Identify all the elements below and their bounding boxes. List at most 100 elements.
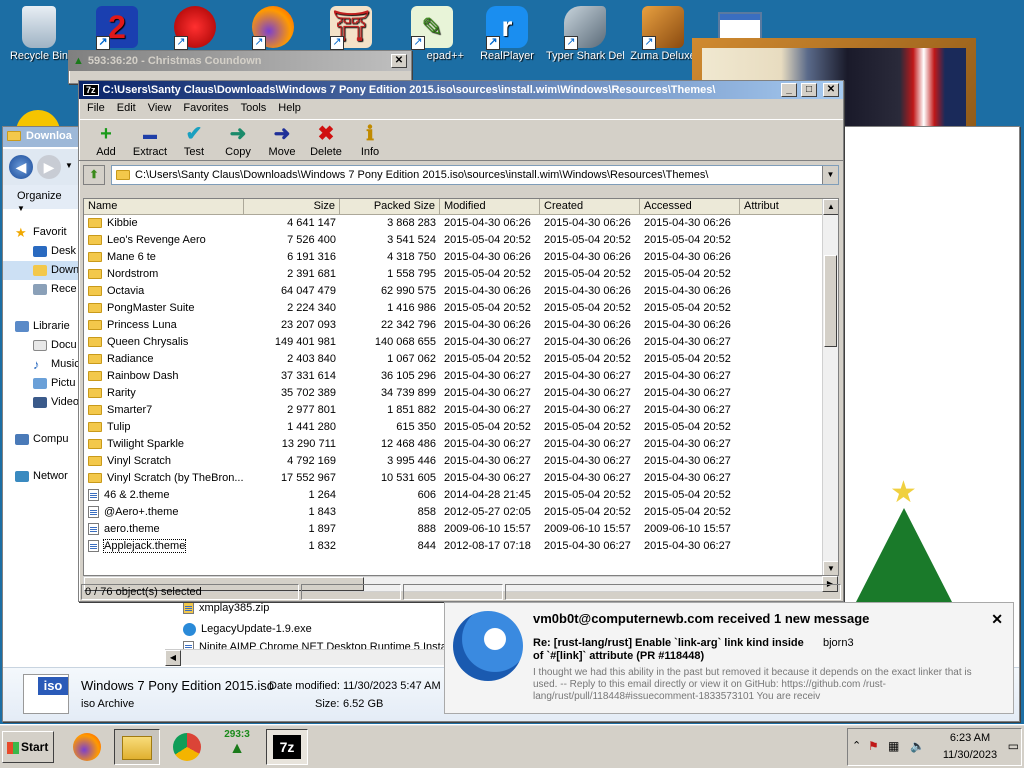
nav-libraries[interactable]: Librarie — [3, 317, 83, 336]
table-row[interactable]: Kibbie 4 641 147 3 868 283 2015-04-30 06:26… — [84, 215, 838, 232]
test-button[interactable]: ✔ Test — [173, 122, 215, 158]
table-row[interactable]: Queen Chrysalis 149 401 981 140 068 655 201… — [84, 334, 838, 351]
table-row[interactable]: Twilight Sparkle 13 290 711 12 468 486 2015… — [84, 436, 838, 453]
nav-desktop[interactable]: Desk — [3, 242, 83, 261]
column-size[interactable]: Size — [244, 199, 340, 214]
desktop-icon-app-2[interactable]: 2 ↗ — [78, 6, 156, 50]
vertical-scrollbar[interactable]: ▲ ▼ — [822, 199, 838, 575]
nav-favorites[interactable]: ★ Favorit — [3, 223, 83, 242]
desktop-icon-app-3[interactable]: ↗ — [156, 6, 234, 50]
table-row[interactable]: Princess Luna 23 207 093 22 342 796 2015-04… — [84, 317, 838, 334]
desktop-icon-recycle-bin[interactable]: Recycle Bin — [0, 6, 78, 62]
nav-documents[interactable]: Docu — [3, 336, 83, 355]
column-name[interactable]: Name — [84, 199, 244, 214]
firefox-taskbar-button[interactable] — [66, 729, 108, 765]
nav-downloads[interactable]: Down — [3, 261, 83, 280]
table-row[interactable]: Rarity 35 702 389 34 739 899 2015-04-30 06:… — [84, 385, 838, 402]
scroll-thumb[interactable] — [824, 255, 837, 347]
size-cell: 4 792 169 — [287, 455, 336, 467]
sevenzip-icon: 7z — [273, 735, 301, 759]
volume-icon[interactable]: 🔈 — [910, 739, 925, 753]
table-row[interactable]: Vinyl Scratch (by TheBron... 17 552 967 10… — [84, 470, 838, 487]
table-row[interactable]: 46 & 2.theme 1 264 606 2014-04-28 21:45 2015… — [84, 487, 838, 504]
show-hidden-icons-button[interactable]: ⌃ — [852, 739, 861, 752]
column-created[interactable]: Created — [540, 199, 640, 214]
scroll-left-button[interactable]: ◀ — [165, 650, 181, 666]
scroll-up-button[interactable]: ▲ — [823, 199, 838, 215]
explorer-taskbar-button[interactable] — [114, 729, 160, 765]
row-name-text: Tulip — [107, 421, 131, 433]
table-row[interactable]: Radiance 2 403 840 1 067 062 2015-05-04 20:… — [84, 351, 838, 368]
nav-pictures[interactable]: Pictu — [3, 374, 83, 393]
chrome-taskbar-button[interactable] — [166, 729, 208, 765]
table-row[interactable]: Mane 6 te 6 191 316 4 318 750 2015-04-30 06… — [84, 249, 838, 266]
start-button[interactable]: Start — [2, 731, 54, 763]
file-row[interactable]: LegacyUpdate-1.9.exe — [183, 619, 443, 639]
table-row[interactable]: Leo's Revenge Aero 7 526 400 3 541 524 2015… — [84, 232, 838, 249]
address-input[interactable]: C:\Users\Santy Claus\Downloads\Windows 7… — [111, 165, 839, 185]
countdown-taskbar-button[interactable]: 293:3 ▲ — [214, 729, 260, 765]
close-button[interactable]: ✕ — [391, 54, 407, 68]
notification-close-button[interactable]: ✕ — [991, 611, 1003, 628]
back-button[interactable]: ◀ — [9, 155, 33, 179]
extract-button[interactable]: ▬ Extract — [129, 122, 171, 158]
mail-notification[interactable]: vm0b0t@computernewb.com received 1 new m… — [444, 602, 1014, 714]
close-button[interactable]: ✕ — [823, 83, 839, 97]
column-accessed[interactable]: Accessed — [640, 199, 740, 214]
nav-recent[interactable]: Rece — [3, 280, 83, 299]
table-row[interactable]: Rainbow Dash 37 331 614 36 105 296 2015-04-… — [84, 368, 838, 385]
desktop-icon-firefox[interactable]: ↗ — [234, 6, 312, 50]
table-row[interactable]: Tulip 1 441 280 615 350 2015-05-04 20:52 201… — [84, 419, 838, 436]
extract-icon: ▬ — [143, 126, 157, 142]
clock-date[interactable]: 11/30/2023 — [940, 749, 1000, 761]
forward-button[interactable]: ▶ — [37, 155, 61, 179]
menu-favorites[interactable]: Favorites — [177, 99, 234, 117]
table-row[interactable]: Nordstrom 2 391 681 1 558 795 2015-05-04 20… — [84, 266, 838, 283]
system-tray: ⌃ ⚑ ▦ 🔈 6:23 AM 11/30/2023 ▭ — [847, 728, 1022, 766]
table-row[interactable]: Applejack.theme 1 832 844 2012-08-17 07:18 2… — [84, 538, 838, 555]
column-modified[interactable]: Modified — [440, 199, 540, 214]
add-button[interactable]: + Add — [85, 122, 127, 158]
nav-music[interactable]: ♪ Music — [3, 355, 83, 374]
delete-button[interactable]: ✖ Delete — [305, 122, 347, 158]
copy-button[interactable]: ➜ Copy — [217, 122, 259, 158]
table-row[interactable]: Smarter7 2 977 801 1 851 882 2015-04-30 06:… — [84, 402, 838, 419]
move-button[interactable]: ➜ Move — [261, 122, 303, 158]
sevenzip-taskbar-button[interactable]: 7z — [266, 729, 308, 765]
info-button[interactable]: ℹ Info — [349, 122, 391, 158]
explorer-hscroll[interactable]: ◀ — [165, 649, 447, 666]
menu-tools[interactable]: Tools — [235, 99, 273, 117]
notification-subject: Re: [rust-lang/rust] Enable `link-arg` l… — [533, 637, 804, 662]
nav-videos[interactable]: Video — [3, 393, 83, 412]
nav-history-dropdown[interactable]: ▼ — [65, 161, 73, 170]
action-center-icon[interactable]: ⚑ — [868, 739, 879, 753]
network-icon[interactable]: ▦ — [888, 739, 899, 753]
table-row[interactable]: Vinyl Scratch 4 792 169 3 995 446 2015-04-3… — [84, 453, 838, 470]
scroll-down-button[interactable]: ▼ — [823, 561, 838, 575]
desktop-icon-zuma[interactable]: ↗ Zuma Deluxe — [624, 6, 702, 62]
clock-time[interactable]: 6:23 AM — [940, 732, 1000, 744]
desktop-icon-typer-shark[interactable]: ↗ Typer Shark Deluxe — [546, 6, 624, 62]
nav-computer[interactable]: Compu — [3, 430, 83, 449]
desktop-icon-shrine[interactable]: ⛩ ↗ — [312, 6, 390, 50]
table-row[interactable]: PongMaster Suite 2 224 340 1 416 986 2015-0… — [84, 300, 838, 317]
packed-size-cell: 36 105 296 — [380, 370, 436, 382]
table-row[interactable]: aero.theme 1 897 888 2009-06-10 15:57 2009-0… — [84, 521, 838, 538]
up-folder-button[interactable]: ⬆ — [83, 165, 105, 185]
address-dropdown-button[interactable]: ▼ — [822, 166, 838, 184]
nav-network[interactable]: Networ — [3, 467, 83, 486]
menu-edit[interactable]: Edit — [111, 99, 142, 117]
show-desktop-button[interactable]: ▭ — [1008, 739, 1019, 753]
minimize-button[interactable]: _ — [781, 83, 797, 97]
table-row[interactable]: Octavia 64 047 479 62 990 575 2015-04-30 06… — [84, 283, 838, 300]
menu-help[interactable]: Help — [272, 99, 307, 117]
menu-view[interactable]: View — [142, 99, 178, 117]
maximize-button[interactable]: □ — [801, 83, 817, 97]
countdown-titlebar[interactable]: ▲ 593:36:20 - Christmas Coundown ✕ — [69, 51, 411, 71]
organize-button[interactable]: Organize — [17, 190, 62, 202]
column-packed-size[interactable]: Packed Size — [340, 199, 440, 214]
sevenzip-titlebar[interactable]: 7z C:\Users\Santy Claus\Downloads\Window… — [79, 81, 843, 99]
menu-file[interactable]: File — [81, 99, 111, 117]
desktop-icon-realplayer[interactable]: r ↗ RealPlayer — [468, 6, 546, 62]
table-row[interactable]: @Aero+.theme 1 843 858 2012-05-27 02:05 2015… — [84, 504, 838, 521]
